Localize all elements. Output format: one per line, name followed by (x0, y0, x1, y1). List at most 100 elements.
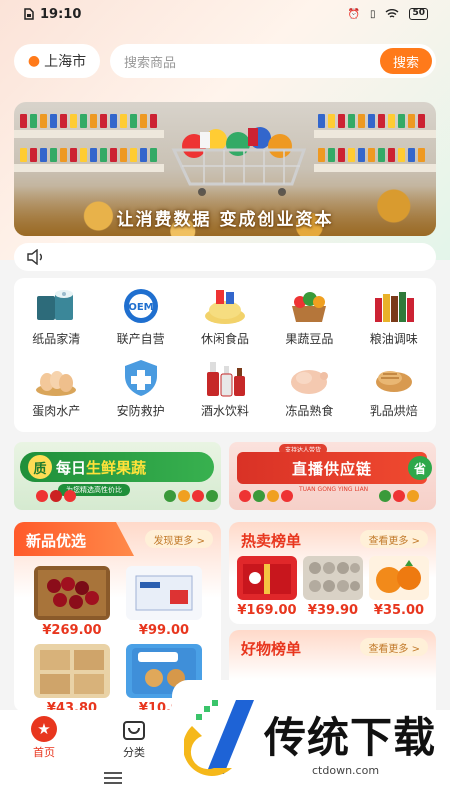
shelf-products (318, 114, 425, 128)
speaker-icon (27, 249, 42, 265)
cherries-icon (34, 566, 110, 620)
promo-live-supply-chain[interactable]: 支持达人带货 直播供应链 省 TUAN GONG YING LIAN (229, 442, 436, 510)
product-card[interactable]: ¥269.00 (34, 566, 110, 638)
wifi-icon (386, 9, 399, 18)
category-label: 纸品家清 (32, 332, 81, 346)
location-pin-icon: ● (27, 53, 41, 69)
category-item[interactable]: 蛋肉水产 (14, 356, 98, 428)
oil-bottles-icon (370, 284, 418, 328)
category-label: 酒水饮料 (200, 404, 249, 418)
vegetables-image (164, 490, 218, 508)
quality-badge: 质 (28, 455, 52, 479)
banner-slogan: 让消费数据 变成创业资本 (116, 210, 334, 230)
save-badge: 省 (408, 456, 432, 480)
status-bar: 19:10 ⏰ ▯ 50 (0, 0, 450, 28)
shelf (14, 130, 164, 138)
section-title: 热卖榜单 (241, 532, 302, 550)
notice-bar[interactable] (14, 243, 436, 271)
category-label: 安防救护 (116, 404, 165, 418)
shield-cross-icon (117, 356, 165, 400)
promo-title-pill: 直播供应链 (237, 452, 427, 484)
tissue-roll-icon (32, 284, 80, 328)
category-item[interactable]: 纸品家清 (14, 284, 98, 356)
promo-title-pill: 质 每日生鲜果蔬 (20, 452, 214, 482)
status-time: 19:10 (40, 6, 82, 22)
promo-title: 每日生鲜果蔬 (56, 458, 147, 477)
shelf-products (20, 148, 157, 162)
vegetables-image (239, 490, 293, 508)
sim-card-icon (24, 8, 34, 20)
home-icon: ★ (31, 716, 57, 742)
category-label: 粮油调味 (369, 332, 418, 346)
category-item[interactable]: 安防救护 (98, 356, 182, 428)
nav-category[interactable]: 分类 (104, 716, 164, 760)
product-card[interactable]: ¥39.90 (303, 556, 363, 618)
search-input[interactable]: 搜索商品 (124, 52, 176, 71)
shelf-products (20, 114, 157, 128)
biscuits-icon (34, 644, 110, 698)
chicken-icon (285, 356, 333, 400)
category-label: 联产自营 (116, 332, 165, 346)
shelf (314, 164, 436, 172)
product-card[interactable]: ¥35.00 (369, 556, 429, 618)
vibrate-icon: ▯ (369, 8, 376, 20)
battery-icon: 50 (409, 8, 428, 20)
product-card[interactable]: ¥99.00 (126, 566, 202, 638)
category-item[interactable]: 粮油调味 (352, 284, 436, 356)
category-label: 冻品熟食 (285, 404, 334, 418)
more-button[interactable]: 查看更多 > (360, 530, 428, 548)
category-label: 蛋肉水产 (32, 404, 81, 418)
location-selector[interactable]: ● 上海市 (14, 44, 100, 78)
category-item[interactable]: 酒水饮料 (183, 356, 267, 428)
search-button[interactable]: 搜索 (380, 48, 432, 74)
oem-badge-icon: OEM (117, 284, 165, 328)
shelf (14, 164, 164, 172)
shelf (314, 130, 436, 138)
watermark-overlay: 传统下载 ctdown.com (172, 680, 436, 800)
vegetable-basket-icon (285, 284, 333, 328)
watermark-logo (184, 700, 254, 776)
product-price: ¥39.90 (307, 603, 359, 618)
nav-home[interactable]: ★ 首页 (14, 716, 74, 760)
product-price: ¥35.00 (373, 603, 425, 618)
category-item[interactable]: 冻品熟食 (267, 356, 351, 428)
oranges-icon (369, 556, 429, 600)
category-item[interactable]: 乳品烘焙 (352, 356, 436, 428)
promo-title: 直播供应链 (291, 459, 372, 478)
section-title: 新品优选 (26, 532, 87, 550)
nav-category-label: 分类 (123, 746, 145, 759)
product-price: ¥169.00 (237, 603, 297, 618)
vegetables-image (379, 490, 419, 508)
watermark-title: 传统下载 (264, 713, 437, 762)
category-item[interactable]: 果蔬豆品 (267, 284, 351, 356)
category-item[interactable]: OEM 联产自营 (98, 284, 182, 356)
chips-icon (201, 284, 249, 328)
more-button[interactable]: 发现更多 > (145, 530, 213, 548)
product-card[interactable]: ¥43.80 (34, 644, 110, 712)
section-hot-sellers: 热卖榜单 查看更多 > ¥169.00 ¥39.90 ¥35.00 (229, 522, 436, 624)
product-price: ¥99.00 (138, 623, 190, 638)
search-bar[interactable]: 搜索商品 搜索 (110, 44, 436, 78)
top-header: ● 上海市 搜索商品 搜索 (14, 44, 436, 78)
section-title: 好物榜单 (241, 640, 302, 658)
shelf-products (318, 148, 425, 162)
nav-home-label: 首页 (33, 746, 55, 759)
box-icon (126, 566, 202, 620)
category-item[interactable]: 休闲食品 (183, 284, 267, 356)
category-label: 休闲食品 (200, 332, 249, 346)
more-button[interactable]: 查看更多 > (360, 638, 428, 656)
bottles-icon (201, 356, 249, 400)
location-label: 上海市 (44, 54, 87, 70)
product-card[interactable]: ¥169.00 (237, 556, 297, 618)
vegetables-image (36, 490, 76, 508)
promo-fresh-produce[interactable]: 质 每日生鲜果蔬 为您精选高性价比 (14, 442, 221, 510)
watermark-url: ctdown.com (312, 764, 380, 777)
gift-box-icon (237, 556, 297, 600)
banner-carousel[interactable]: 让消费数据 变成创业资本 (14, 102, 436, 236)
category-label: 果蔬豆品 (285, 332, 334, 346)
category-bag-icon (123, 721, 145, 740)
promo-pinyin: TUAN GONG YING LIAN (299, 486, 369, 493)
category-label: 乳品烘焙 (369, 404, 418, 418)
eggs-icon (32, 356, 80, 400)
menu-icon[interactable] (104, 772, 122, 784)
